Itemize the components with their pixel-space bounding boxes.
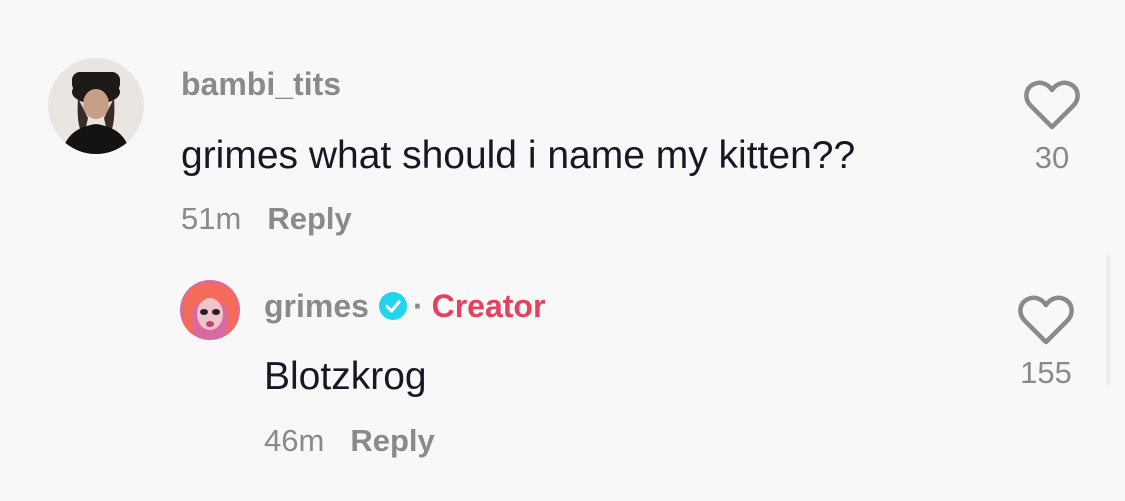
heart-outline-icon (1018, 295, 1074, 345)
like-count: 30 (1034, 140, 1070, 175)
reply-username[interactable]: grimes (264, 288, 369, 324)
avatar[interactable] (180, 280, 240, 340)
reply-username-row: grimes · Creator (264, 288, 545, 325)
verified-check-icon (378, 291, 407, 320)
avatar[interactable] (48, 58, 144, 154)
like-button[interactable]: 30 (1012, 80, 1092, 176)
comment-timestamp: 51m (181, 201, 242, 236)
avatar-image-icon (180, 280, 240, 340)
reply-timestamp: 46m (264, 423, 325, 458)
like-button[interactable]: 155 (1006, 295, 1086, 391)
heart-outline-icon (1024, 80, 1080, 130)
comment-text: grimes what should i name my kitten?? (181, 134, 856, 177)
reply-button[interactable]: Reply (267, 201, 351, 236)
comment-username[interactable]: bambi_tits (181, 66, 341, 103)
creator-badge: Creator (431, 288, 546, 324)
reply-text: Blotzkrog (264, 355, 427, 398)
reply-button[interactable]: Reply (350, 423, 434, 458)
separator-dot: · (412, 288, 424, 324)
like-count: 155 (1020, 355, 1072, 390)
reply-meta: 46m Reply (264, 423, 435, 459)
scrollbar[interactable] (1106, 255, 1111, 385)
comment-meta: 51m Reply (181, 201, 352, 237)
avatar-image-icon (48, 58, 144, 154)
